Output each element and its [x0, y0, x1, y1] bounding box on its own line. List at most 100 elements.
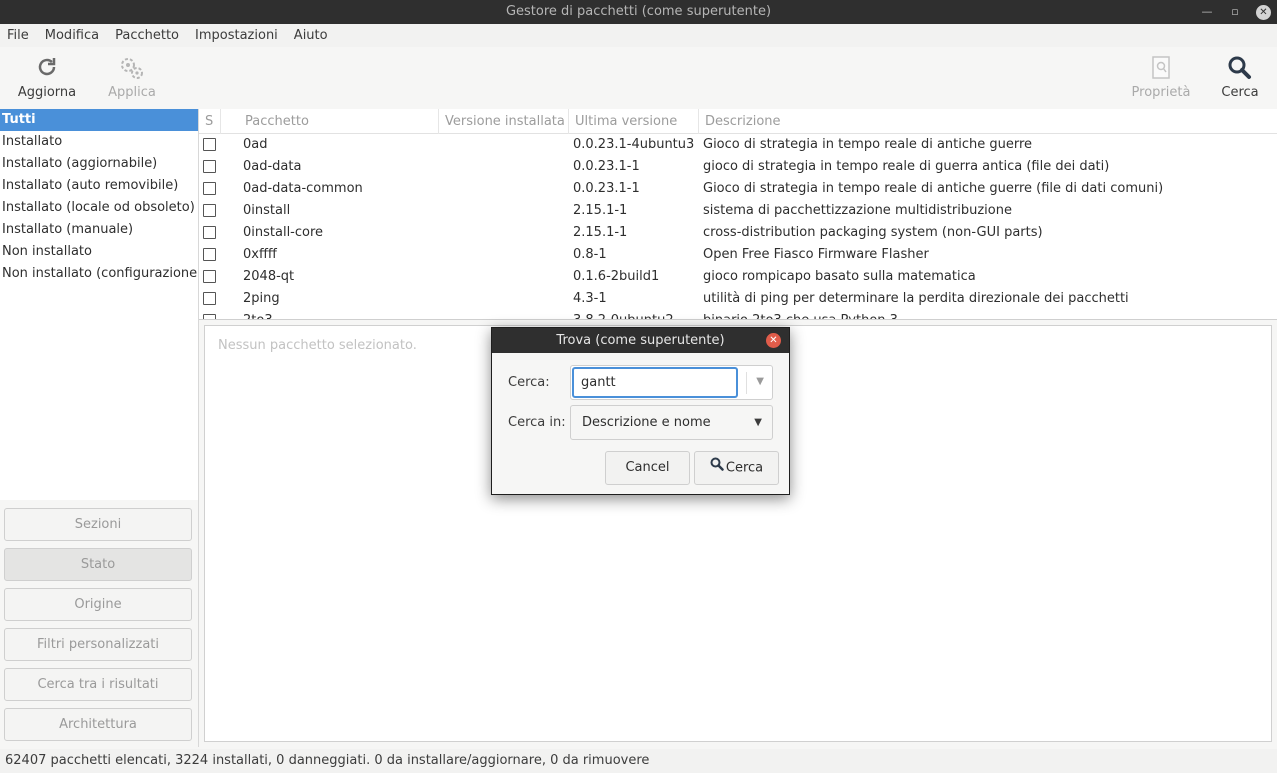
- filter-item-installato-auto-removibile[interactable]: Installato (auto removibile): [0, 175, 198, 197]
- package-description: gioco rompicapo basato sulla matematica: [703, 269, 976, 284]
- package-name: 0install: [243, 203, 291, 218]
- filter-item-installato-locale[interactable]: Installato (locale od obsoleto): [0, 197, 198, 219]
- table-row[interactable]: 2ping 4.3-1 utilità di ping per determin…: [199, 288, 1277, 310]
- properties-icon: [1121, 55, 1201, 85]
- package-checkbox[interactable]: [203, 160, 216, 173]
- search-results-button[interactable]: Cerca tra i risultati: [4, 668, 192, 701]
- chevron-down-icon[interactable]: ▼: [756, 376, 764, 387]
- filter-item-installato-aggiornabile[interactable]: Installato (aggiornabile): [0, 153, 198, 175]
- package-description: sistema di pacchettizzazione multidistri…: [703, 203, 1012, 218]
- package-checkbox[interactable]: [203, 182, 216, 195]
- dialog-close-icon[interactable]: ✕: [766, 333, 781, 348]
- gears-icon: [92, 55, 172, 85]
- installed-version: [445, 266, 570, 288]
- search-field-label: Cerca:: [508, 375, 550, 390]
- latest-version: 3.8.2-0ubuntu2: [573, 310, 699, 319]
- installed-version: [445, 178, 570, 200]
- menu-pacchetto[interactable]: Pacchetto: [115, 28, 179, 43]
- package-checkbox[interactable]: [203, 226, 216, 239]
- filter-item-tutti[interactable]: Tutti: [0, 109, 198, 131]
- package-name: 0xffff: [243, 247, 277, 262]
- toolbar: Aggiorna Applica Proprietà Cerca: [0, 47, 1277, 109]
- search-in-value: Descrizione e nome: [582, 415, 711, 430]
- package-name: 2to3: [243, 310, 438, 319]
- search-in-label: Cerca in:: [508, 415, 566, 430]
- minimize-icon[interactable]: —: [1200, 0, 1214, 24]
- package-name: 2048-qt: [243, 269, 295, 284]
- package-checkbox[interactable]: [203, 204, 216, 217]
- filter-item-non-installato-config[interactable]: Non installato (configurazione residua): [0, 263, 198, 285]
- filter-item-installato-manuale[interactable]: Installato (manuale): [0, 219, 198, 241]
- category-buttons: Sezioni Stato Origine Filtri personalizz…: [0, 500, 199, 747]
- custom-filters-button[interactable]: Filtri personalizzati: [4, 628, 192, 661]
- latest-version: 0.0.23.1-1: [573, 181, 640, 196]
- search-input[interactable]: gantt: [572, 367, 738, 398]
- package-checkbox[interactable]: [203, 292, 216, 305]
- package-checkbox[interactable]: [203, 270, 216, 283]
- package-name: 0ad-data-common: [243, 181, 363, 196]
- package-description: utilità di ping per determinare la perdi…: [703, 291, 1129, 306]
- col-description-header[interactable]: Descrizione: [699, 109, 1277, 134]
- search-button[interactable]: Cerca: [1200, 47, 1277, 107]
- table-row[interactable]: 0install 2.15.1-1 sistema di pacchettizz…: [199, 200, 1277, 222]
- table-row[interactable]: 2to3 3.8.2-0ubuntu2 binario 2to3 che usa…: [199, 310, 1277, 319]
- installed-version: [445, 134, 570, 156]
- col-installed-header[interactable]: Versione installata: [439, 109, 569, 134]
- package-name: 0ad-data: [243, 159, 302, 174]
- package-checkbox[interactable]: [203, 138, 216, 151]
- table-row[interactable]: 0ad-data 0.0.23.1-1 gioco di strategia i…: [199, 156, 1277, 178]
- filter-item-non-installato[interactable]: Non installato: [0, 241, 198, 263]
- filter-list: Tutti Installato Installato (aggiornabil…: [0, 109, 199, 500]
- col-status-header[interactable]: S: [199, 109, 221, 134]
- menu-file[interactable]: File: [7, 28, 29, 43]
- package-description: Gioco di strategia in tempo reale di ant…: [703, 181, 1164, 196]
- table-row[interactable]: 0install-core 2.15.1-1 cross-distributio…: [199, 222, 1277, 244]
- package-table: S Pacchetto Versione installata Ultima v…: [199, 109, 1277, 320]
- cancel-button[interactable]: Cancel: [605, 451, 690, 485]
- window-title: Gestore di pacchetti (come superutente): [505, 4, 772, 19]
- latest-version: 4.3-1: [573, 291, 607, 306]
- status-button[interactable]: Stato: [4, 548, 192, 581]
- menu-modifica[interactable]: Modifica: [45, 28, 99, 43]
- reload-label: Aggiorna: [17, 85, 77, 100]
- search-icon: [710, 452, 724, 484]
- menu-impostazioni[interactable]: Impostazioni: [195, 28, 278, 43]
- table-row[interactable]: 0ad 0.0.23.1-4ubuntu3 Gioco di strategia…: [199, 134, 1277, 156]
- table-row[interactable]: 0ad-data-common 0.0.23.1-1 Gioco di stra…: [199, 178, 1277, 200]
- properties-label: Proprietà: [1131, 85, 1191, 100]
- no-selection-text: Nessun pacchetto selezionato.: [218, 338, 417, 353]
- window-controls: — ▫ ✕: [1200, 0, 1271, 24]
- table-row[interactable]: 2048-qt 0.1.6-2build1 gioco rompicapo ba…: [199, 266, 1277, 288]
- col-package-header[interactable]: Pacchetto: [239, 109, 439, 134]
- close-icon[interactable]: ✕: [1256, 4, 1271, 20]
- cancel-label: Cancel: [625, 460, 670, 475]
- package-checkbox[interactable]: [203, 248, 216, 261]
- installed-version: [445, 310, 570, 319]
- menu-aiuto[interactable]: Aiuto: [294, 28, 328, 43]
- sections-button[interactable]: Sezioni: [4, 508, 192, 541]
- combo-divider: [746, 372, 747, 394]
- search-icon: [1200, 55, 1277, 85]
- architecture-button[interactable]: Architettura: [4, 708, 192, 741]
- window-titlebar: Gestore di pacchetti (come superutente) …: [0, 0, 1277, 24]
- origin-button[interactable]: Origine: [4, 588, 192, 621]
- find-button[interactable]: Cerca: [694, 451, 779, 485]
- installed-version: [445, 222, 570, 244]
- package-checkbox[interactable]: [203, 314, 216, 319]
- chevron-down-icon: ▼: [754, 417, 762, 428]
- menu-bar: File Modifica Pacchetto Impostazioni Aiu…: [0, 24, 1277, 47]
- apply-button[interactable]: Applica: [92, 47, 172, 107]
- search-in-select[interactable]: Descrizione e nome ▼: [570, 405, 773, 440]
- table-header: S Pacchetto Versione installata Ultima v…: [199, 109, 1277, 134]
- table-row[interactable]: 0xffff 0.8-1 Open Free Fiasco Firmware F…: [199, 244, 1277, 266]
- package-name: 0ad: [243, 137, 268, 152]
- col-latest-header[interactable]: Ultima versione: [569, 109, 699, 134]
- package-description: Gioco di strategia in tempo reale di ant…: [703, 137, 1033, 152]
- package-description: Open Free Fiasco Firmware Flasher: [703, 247, 929, 262]
- properties-button[interactable]: Proprietà: [1121, 47, 1201, 107]
- latest-version: 0.0.23.1-4ubuntu3: [573, 137, 695, 152]
- installed-version: [445, 156, 570, 178]
- maximize-icon[interactable]: ▫: [1228, 0, 1242, 24]
- reload-button[interactable]: Aggiorna: [7, 47, 87, 107]
- filter-item-installato[interactable]: Installato: [0, 131, 198, 153]
